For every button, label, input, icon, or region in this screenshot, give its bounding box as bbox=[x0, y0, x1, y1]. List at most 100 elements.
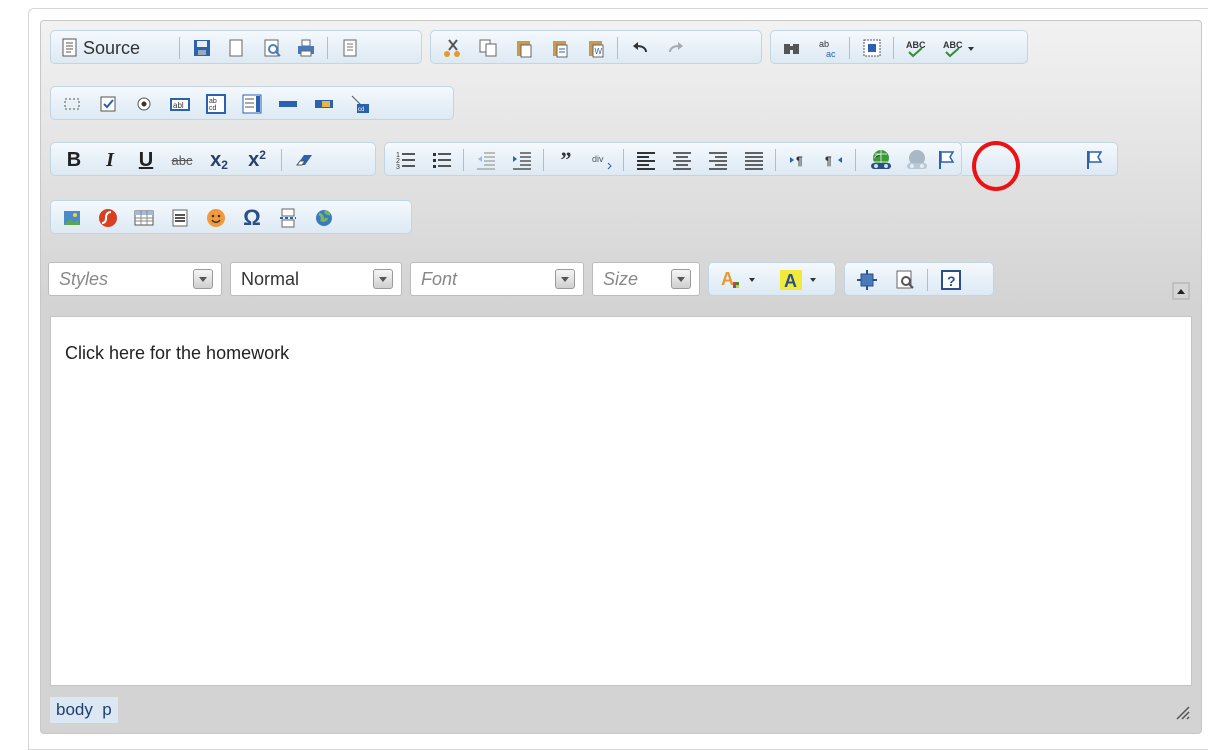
about-button[interactable]: ? bbox=[935, 267, 967, 293]
font-dropdown-arrow-icon[interactable] bbox=[555, 269, 575, 289]
image-button-field-button[interactable] bbox=[309, 91, 339, 117]
svg-text:A: A bbox=[721, 269, 734, 289]
size-dropdown-arrow-icon[interactable] bbox=[671, 269, 691, 289]
subscript-button[interactable]: x2 bbox=[203, 147, 235, 173]
hidden-field-icon: cd bbox=[351, 95, 369, 113]
form-button[interactable] bbox=[57, 91, 87, 117]
svg-text:div: div bbox=[592, 154, 604, 164]
select-field-button[interactable] bbox=[237, 91, 267, 117]
blockquote-button[interactable]: ” bbox=[551, 147, 581, 173]
preview-button[interactable] bbox=[257, 35, 287, 61]
styles-dropdown-arrow-icon[interactable] bbox=[193, 269, 213, 289]
horizontal-rule-button[interactable] bbox=[165, 205, 195, 231]
italic-button[interactable]: I bbox=[95, 147, 125, 173]
increase-indent-button[interactable] bbox=[507, 147, 537, 173]
table-button[interactable] bbox=[129, 205, 159, 231]
new-page-button[interactable] bbox=[221, 35, 251, 61]
paste-button[interactable] bbox=[509, 35, 539, 61]
text-field-button[interactable]: abl bbox=[165, 91, 195, 117]
anchor-button[interactable] bbox=[937, 147, 957, 173]
svg-text:ac: ac bbox=[826, 49, 836, 59]
select-all-button[interactable] bbox=[857, 35, 887, 61]
copy-button[interactable] bbox=[473, 35, 503, 61]
size-combo[interactable]: Size bbox=[592, 262, 700, 296]
iframe-button[interactable] bbox=[309, 205, 339, 231]
format-combo-text: Normal bbox=[241, 269, 300, 289]
cut-button[interactable] bbox=[437, 35, 467, 61]
align-center-button[interactable] bbox=[667, 147, 697, 173]
background-color-button[interactable]: A bbox=[773, 267, 829, 293]
image-button[interactable] bbox=[57, 205, 87, 231]
text-direction-rtl-button[interactable]: ¶ bbox=[819, 147, 849, 173]
align-left-button[interactable] bbox=[631, 147, 661, 173]
format-dropdown-arrow-icon[interactable] bbox=[373, 269, 393, 289]
print-button[interactable] bbox=[291, 35, 321, 61]
special-char-button[interactable]: Ω bbox=[237, 205, 267, 231]
textarea-button[interactable]: ab cd bbox=[201, 91, 231, 117]
content-paragraph[interactable]: Click here for the homework bbox=[65, 343, 289, 364]
editor-content-area[interactable]: Click here for the homework bbox=[50, 316, 1192, 686]
radio-button[interactable] bbox=[129, 91, 159, 117]
toolbar-group-clipboard: W bbox=[430, 30, 762, 64]
flash-button[interactable] bbox=[93, 205, 123, 231]
replace-button[interactable]: ab ac bbox=[813, 35, 843, 61]
div-container-button[interactable]: div bbox=[587, 147, 617, 173]
remove-format-button[interactable] bbox=[289, 147, 319, 173]
align-center-icon bbox=[673, 152, 691, 170]
checkbox-button[interactable] bbox=[93, 91, 123, 117]
redo-icon bbox=[669, 42, 683, 53]
bold-button[interactable]: B bbox=[59, 147, 89, 173]
spellcheck-as-you-type-button[interactable]: ABC bbox=[937, 35, 983, 61]
eraser-icon bbox=[296, 155, 312, 166]
justify-button[interactable] bbox=[739, 147, 769, 173]
undo-icon bbox=[633, 42, 647, 53]
separator bbox=[775, 149, 776, 171]
save-button[interactable] bbox=[187, 35, 217, 61]
paste-icon bbox=[517, 41, 532, 58]
templates-button[interactable] bbox=[335, 35, 365, 61]
svg-text:ABC: ABC bbox=[943, 40, 963, 50]
anchor-flag-button[interactable] bbox=[1080, 147, 1110, 173]
text-direction-ltr-button[interactable]: ¶ bbox=[783, 147, 813, 173]
page-break-icon bbox=[280, 208, 296, 228]
page-break-button[interactable] bbox=[273, 205, 303, 231]
text-color-button[interactable]: A bbox=[715, 267, 767, 293]
element-path-bar[interactable]: body p bbox=[50, 697, 118, 723]
paste-word-button[interactable]: W bbox=[581, 35, 611, 61]
numbered-list-button[interactable]: 123 bbox=[391, 147, 421, 173]
svg-text:ABC: ABC bbox=[906, 40, 926, 50]
underline-button[interactable]: U bbox=[131, 147, 161, 173]
collapse-toolbar-button[interactable] bbox=[1172, 282, 1190, 300]
font-combo[interactable]: Font bbox=[410, 262, 584, 296]
redo-button[interactable] bbox=[661, 35, 691, 61]
maximize-button[interactable] bbox=[851, 267, 883, 293]
strikethrough-button[interactable]: abc bbox=[167, 147, 197, 173]
form-icon bbox=[64, 98, 80, 110]
separator bbox=[543, 149, 544, 171]
bulleted-list-button[interactable] bbox=[427, 147, 457, 173]
styles-combo[interactable]: Styles bbox=[48, 262, 222, 296]
unlink-button[interactable] bbox=[901, 147, 933, 173]
align-right-button[interactable] bbox=[703, 147, 733, 173]
source-button[interactable]: Source bbox=[55, 35, 173, 61]
button-field-button[interactable] bbox=[273, 91, 303, 117]
show-blocks-button[interactable] bbox=[889, 267, 921, 293]
find-button[interactable] bbox=[777, 35, 807, 61]
resize-handle-icon[interactable] bbox=[1174, 704, 1190, 720]
select-all-icon bbox=[863, 39, 881, 57]
link-button[interactable] bbox=[865, 147, 897, 173]
text-field-icon: abl bbox=[170, 98, 190, 111]
paste-text-button[interactable] bbox=[545, 35, 575, 61]
rtl-icon: ¶ bbox=[825, 154, 842, 168]
svg-text:ab: ab bbox=[819, 39, 829, 49]
link-icon bbox=[871, 150, 891, 169]
undo-button[interactable] bbox=[625, 35, 655, 61]
decrease-indent-button[interactable] bbox=[471, 147, 501, 173]
hidden-field-button[interactable]: cd bbox=[345, 91, 375, 117]
svg-text:3: 3 bbox=[396, 164, 400, 171]
format-combo[interactable]: Normal bbox=[230, 262, 402, 296]
smiley-button[interactable] bbox=[201, 205, 231, 231]
superscript-button[interactable]: x2 bbox=[241, 147, 273, 173]
image-button-icon bbox=[315, 100, 333, 108]
spellcheck-button[interactable]: ABC bbox=[901, 35, 931, 61]
